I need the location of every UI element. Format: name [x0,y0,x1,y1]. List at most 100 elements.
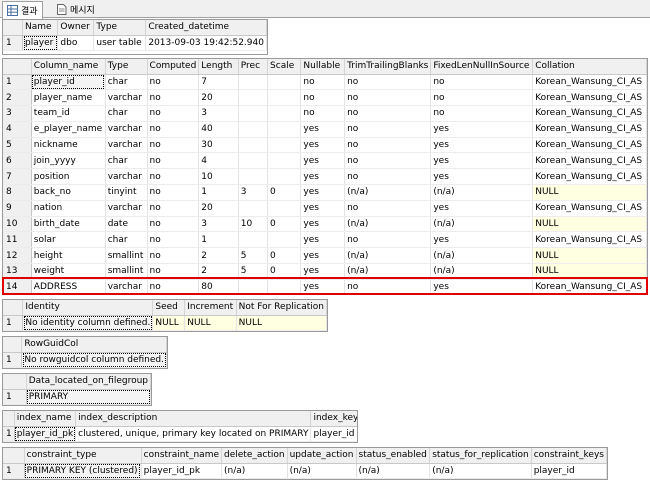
grid-cell[interactable]: no [344,200,432,217]
grid-cell[interactable]: no [147,137,200,154]
grid-cell[interactable] [267,279,302,294]
grid-cell[interactable] [267,89,302,107]
col-header-scale[interactable]: Scale [267,59,302,75]
grid-cell[interactable]: 5 [238,247,269,265]
col-header-rowguidcol[interactable]: RowGuidCol [21,337,167,353]
grid-cell[interactable]: no [147,152,200,170]
grid-cell[interactable]: yes [300,263,346,280]
grid-cell[interactable]: yes [300,279,346,294]
col-header-type[interactable]: Type [93,20,147,36]
grid-cell[interactable]: yes [300,216,346,233]
table-row[interactable]: 5 nickname varchar no 30 yes no yes Korean_Wansu… [3,137,647,154]
grid-cell[interactable]: 0 [267,184,302,201]
grid-cell[interactable]: NULL [236,315,327,331]
grid-cell[interactable]: no [147,121,200,138]
grid-cell[interactable]: Korean_Wansung_CI_AS [532,152,647,170]
grid-cell[interactable]: (n/a) [430,247,534,265]
grid-cell[interactable]: 3 [238,184,269,201]
col-header-identity[interactable]: Identity [22,300,154,316]
grid-cell[interactable]: NULL [152,315,186,331]
col-header-update-action[interactable]: update_action [287,448,357,464]
table-row[interactable]: 11 solar char no 1 yes no yes Korean_Wansung_CI_… [3,231,647,249]
grid-cell[interactable]: clustered, unique, primary key located o… [75,426,312,442]
grid-cell[interactable]: no [344,279,432,294]
grid-cell[interactable]: 10 [238,216,269,233]
table-row[interactable]: 1 player_id char no 7 no no no Korean_Wansung_CI… [3,74,647,91]
grid-cell[interactable] [267,121,302,138]
grid-cell[interactable]: char [105,105,148,122]
grid-cell[interactable] [238,89,269,107]
grid-cell[interactable]: birth_date [31,216,106,233]
grid-cell[interactable]: e_player_name [31,121,106,138]
table-info-grid[interactable]: Name Owner Type Created_datetime 1 player… [2,19,268,55]
index-grid[interactable]: index_name index_description index_keys … [2,410,358,443]
grid-cell[interactable]: 2 [198,263,239,280]
grid-cell[interactable]: smallint [105,263,148,280]
grid-cell[interactable]: 40 [198,121,239,138]
grid-cell[interactable]: 7 [198,74,239,91]
grid-cell[interactable]: no [147,231,200,249]
grid-cell[interactable]: (n/a) [287,463,357,479]
grid-cell[interactable]: 10 [198,168,239,186]
grid-cell[interactable]: user table [93,35,147,52]
grid-cell[interactable]: no [300,89,346,107]
col-header-data-located-on-filegroup[interactable]: Data_located_on_filegroup [26,374,151,390]
grid-cell[interactable]: no [147,247,200,265]
col-header-computed[interactable]: Computed [147,59,200,75]
grid-cell[interactable]: (n/a) [430,184,534,201]
grid-cell[interactable]: yes [300,231,346,249]
col-header-fixed-len-null-in-source[interactable]: FixedLenNullInSource [430,59,534,75]
grid-cell[interactable]: char [105,152,148,170]
grid-cell[interactable] [238,152,269,170]
grid-cell[interactable]: join_yyyy [31,152,106,170]
grid-cell[interactable]: ADDRESS [31,279,106,294]
grid-cell[interactable]: no [344,121,432,138]
grid-cell[interactable]: yes [430,231,534,249]
col-header-status-enabled[interactable]: status_enabled [356,448,431,464]
grid-cell[interactable]: no [147,263,200,280]
col-header-index-description[interactable]: index_description [75,411,312,427]
grid-cell[interactable] [267,105,302,122]
grid-cell[interactable]: no [344,168,432,186]
grid-cell[interactable]: varchar [105,121,148,138]
grid-cell[interactable]: no [147,279,200,294]
table-row[interactable]: 3 team_id char no 3 no no no Korean_Wansung_CI_A… [3,105,647,122]
grid-cell[interactable]: player_id [310,426,357,442]
grid-cell[interactable]: varchar [105,168,148,186]
grid-cell[interactable] [238,200,269,217]
grid-cell[interactable]: player_id [31,74,106,91]
grid-cell[interactable]: Korean_Wansung_CI_AS [532,279,647,294]
grid-cell[interactable]: Korean_Wansung_CI_AS [532,121,647,138]
grid-cell[interactable]: 3 [198,105,239,122]
col-header-prec[interactable]: Prec [238,59,269,75]
grid-cell[interactable]: yes [300,152,346,170]
col-header-type[interactable]: Type [105,59,148,75]
identity-grid[interactable]: Identity Seed Increment Not For Replicat… [2,299,328,332]
grid-cell[interactable]: no [344,74,432,91]
grid-cell[interactable]: Korean_Wansung_CI_AS [532,168,647,186]
col-header-constraint-keys[interactable]: constraint_keys [531,448,607,464]
grid-cell[interactable]: yes [430,121,534,138]
grid-cell[interactable]: no [147,168,200,186]
columns-grid[interactable]: Column_name Type Computed Length Prec Sc… [2,58,648,295]
grid-cell[interactable]: dbo [57,35,95,52]
grid-cell[interactable]: nation [31,200,106,217]
grid-cell[interactable]: 80 [198,279,239,294]
table-row[interactable]: 8 back_no tinyint no 1 3 0 yes (n/a) (n/a) NULL [3,184,647,201]
grid-cell[interactable]: team_id [31,105,106,122]
col-header-delete-action[interactable]: delete_action [221,448,288,464]
col-header-nullable[interactable]: Nullable [300,59,346,75]
grid-cell[interactable]: (n/a) [430,263,534,280]
col-header-seed[interactable]: Seed [152,300,186,316]
grid-cell[interactable]: yes [430,137,534,154]
grid-cell[interactable]: NULL [184,315,237,331]
rowguidcol-grid[interactable]: RowGuidCol 1 No rowguidcol column defined… [2,336,168,369]
grid-cell[interactable]: 0 [267,216,302,233]
grid-cell[interactable] [267,137,302,154]
grid-cell[interactable]: no [147,200,200,217]
grid-cell[interactable]: 30 [198,137,239,154]
grid-cell[interactable]: varchar [105,200,148,217]
grid-cell[interactable]: NULL [532,247,647,265]
grid-cell[interactable]: no [344,231,432,249]
table-row[interactable]: 12 height smallint no 2 5 0 yes (n/a) (n/a) NULL [3,247,647,265]
